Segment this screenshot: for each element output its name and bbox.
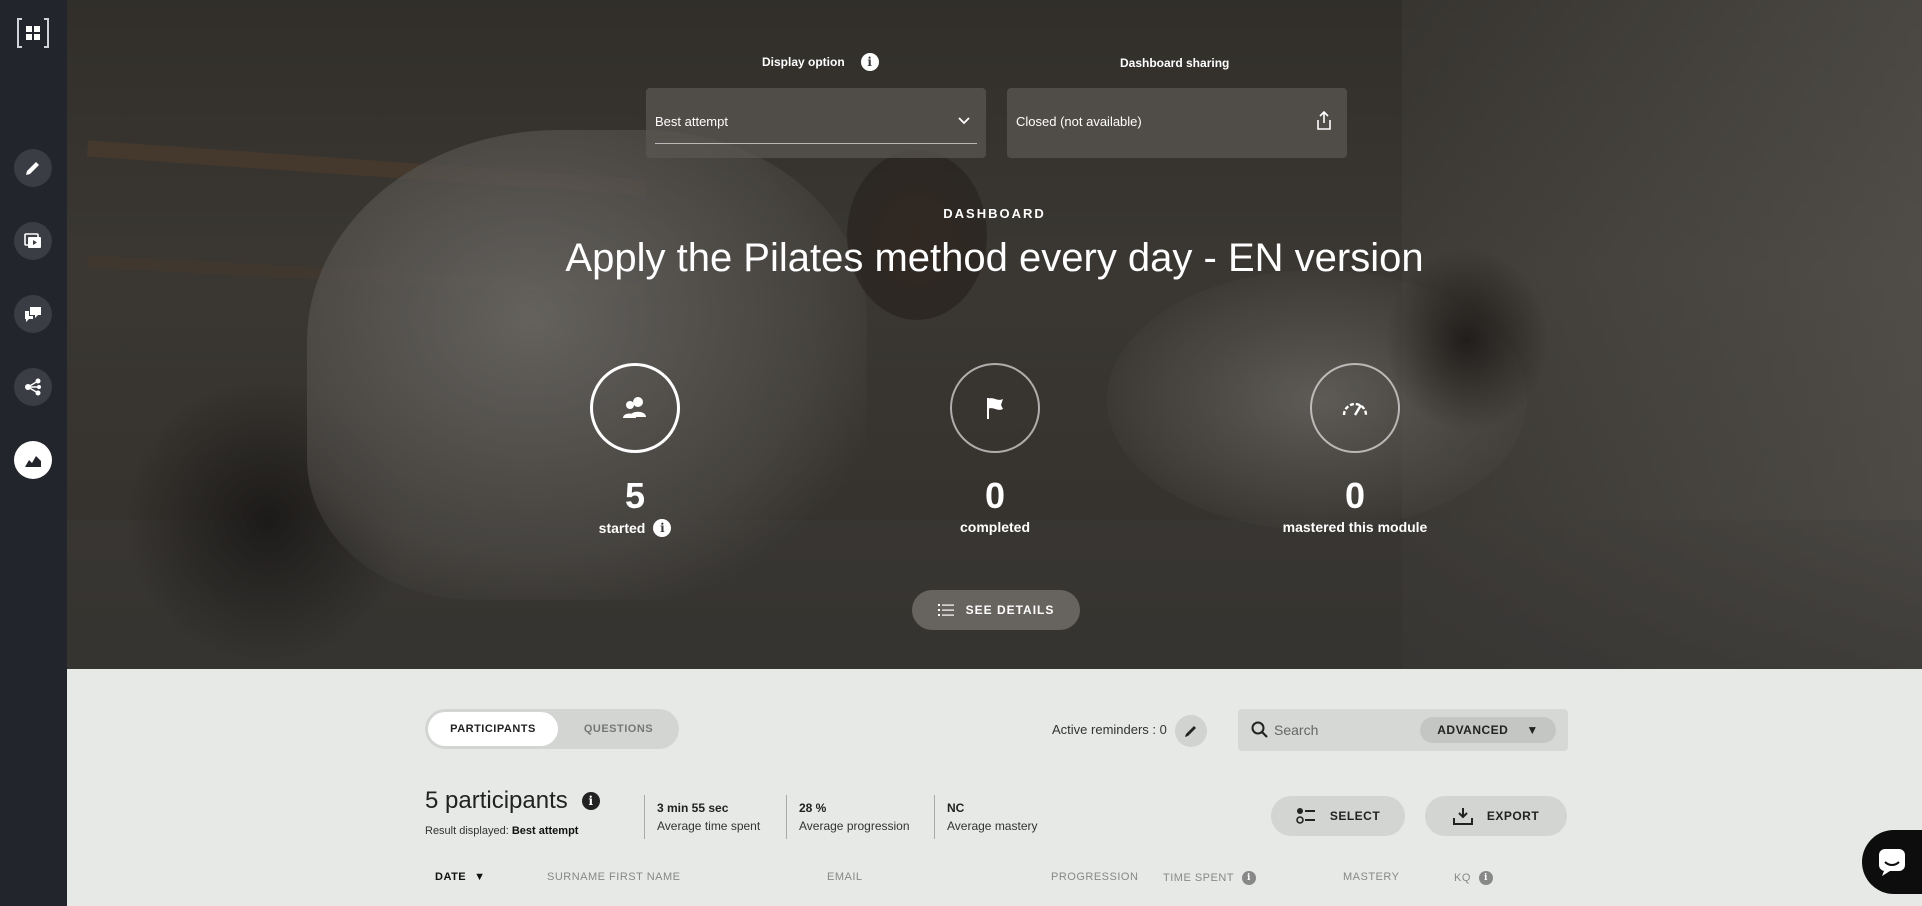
column-label: SURNAME FIRST NAME <box>547 871 681 883</box>
dashboard-sharing-value: Closed (not available) <box>1016 114 1142 129</box>
column-label: PROGRESSION <box>1051 871 1139 883</box>
chat-bubble-icon <box>1879 849 1905 876</box>
chat-icon <box>25 307 41 322</box>
column-kq[interactable]: KQ i <box>1454 871 1493 885</box>
stat-started: 5 started i <box>535 363 735 537</box>
stat-value: 0 <box>984 475 1006 516</box>
pencil-icon <box>1185 726 1196 737</box>
column-date[interactable]: DATE ▼ <box>435 871 486 883</box>
participants-count: 5 participants <box>425 787 568 814</box>
metric-value: 28 % <box>799 801 827 815</box>
export-button[interactable]: EXPORT <box>1425 796 1567 836</box>
metric-value: NC <box>947 801 965 815</box>
column-label: EMAIL <box>827 871 863 883</box>
info-icon[interactable]: i <box>1478 871 1493 885</box>
search-input[interactable] <box>1274 718 1414 742</box>
metric-label: Average progression <box>799 819 910 833</box>
dashboard-kicker: DASHBOARD <box>943 206 1046 221</box>
chevron-down-icon <box>958 117 970 125</box>
sort-desc-icon: ▼ <box>474 871 486 883</box>
caret-down-icon: ▼ <box>1526 723 1539 737</box>
download-icon <box>1452 808 1473 825</box>
stat-circle <box>950 363 1040 453</box>
display-option-heading: Display option i <box>762 53 879 71</box>
result-displayed-prefix: Result displayed: <box>425 825 509 837</box>
stat-value: 0 <box>1344 475 1366 516</box>
app-logo-icon[interactable] <box>16 16 50 50</box>
column-time-spent[interactable]: TIME SPENT i <box>1163 871 1257 885</box>
view-toggle: PARTICIPANTS QUESTIONS <box>425 709 679 749</box>
column-label: DATE <box>435 871 467 883</box>
metric-mastery: NC Average mastery <box>934 795 1038 839</box>
participants-count-heading: 5 participants i <box>425 787 600 815</box>
dashboard-hero: Display option i Best attempt Dashboard … <box>67 0 1922 669</box>
result-displayed: Result displayed: Best attempt <box>425 825 578 837</box>
see-details-button[interactable]: SEE DETAILS <box>912 590 1080 630</box>
edit-reminders-button[interactable] <box>1175 715 1207 747</box>
metric-label: Average time spent <box>657 819 761 833</box>
column-name[interactable]: SURNAME FIRST NAME <box>547 871 680 883</box>
dashboard-sharing-label: Dashboard sharing <box>1120 56 1230 70</box>
tab-questions[interactable]: QUESTIONS <box>561 712 676 746</box>
see-details-label: SEE DETAILS <box>965 603 1055 617</box>
sidebar-item-share[interactable] <box>14 368 52 406</box>
sidebar-item-analytics[interactable] <box>14 441 52 479</box>
stat-label: mastered this module <box>1282 519 1428 535</box>
share-icon[interactable] <box>1315 111 1333 131</box>
stat-value: 5 <box>624 475 646 516</box>
column-mastery[interactable]: MASTERY <box>1343 871 1399 883</box>
metric-label: Average mastery <box>947 819 1038 833</box>
display-option-value: Best attempt <box>655 114 728 129</box>
column-label: TIME SPENT <box>1163 872 1235 884</box>
advanced-label: ADVANCED <box>1437 723 1509 737</box>
share-nodes-icon <box>25 378 41 396</box>
column-label: KQ <box>1454 872 1471 884</box>
analytics-icon <box>25 456 41 467</box>
select-underline <box>655 143 977 144</box>
sidebar-item-edit[interactable] <box>14 149 52 187</box>
active-reminders-label: Active reminders : 0 <box>1052 722 1167 737</box>
info-icon[interactable]: i <box>653 519 672 537</box>
stat-mastered: 0 mastered this module <box>1255 363 1455 535</box>
select-label: SELECT <box>1329 809 1381 823</box>
metric-progression: 28 % Average progression <box>786 795 910 839</box>
sidebar <box>0 0 67 906</box>
tab-participants[interactable]: PARTICIPANTS <box>428 712 558 746</box>
result-displayed-value: Best attempt <box>511 825 579 837</box>
info-icon[interactable]: i <box>581 792 600 810</box>
select-button[interactable]: SELECT <box>1271 796 1405 836</box>
gauge-icon <box>1342 402 1368 416</box>
list-icon <box>937 604 954 616</box>
sidebar-item-chat[interactable] <box>14 295 52 333</box>
column-email[interactable]: EMAIL <box>827 871 863 883</box>
search-icon <box>1251 721 1268 738</box>
stat-circle <box>1310 363 1400 453</box>
search-box: ADVANCED ▼ <box>1238 709 1568 751</box>
advanced-search-button[interactable]: ADVANCED ▼ <box>1420 717 1556 743</box>
stat-completed: 0 completed <box>895 363 1095 535</box>
sidebar-item-media[interactable] <box>14 222 52 260</box>
metric-value: 3 min 55 sec <box>657 801 729 815</box>
stat-label: completed <box>959 519 1030 535</box>
media-icon <box>24 233 41 248</box>
page-title: Apply the Pilates method every day - EN … <box>565 236 1424 280</box>
display-option-label: Display option <box>762 55 845 69</box>
flag-icon <box>987 398 1003 419</box>
stat-circle <box>590 363 680 453</box>
metric-time-spent: 3 min 55 sec Average time spent <box>644 795 760 839</box>
display-option-select[interactable]: Best attempt <box>646 88 986 158</box>
participants-panel: PARTICIPANTS QUESTIONS Active reminders … <box>67 669 1922 906</box>
pencil-icon <box>26 162 39 175</box>
select-list-icon <box>1296 808 1315 824</box>
column-label: MASTERY <box>1343 871 1400 883</box>
column-progression[interactable]: PROGRESSION <box>1051 871 1138 883</box>
info-icon[interactable]: i <box>860 53 879 71</box>
support-chat-button[interactable] <box>1862 830 1922 894</box>
stat-label: started <box>598 520 646 536</box>
dashboard-sharing-field[interactable]: Closed (not available) <box>1007 88 1347 158</box>
export-label: EXPORT <box>1486 809 1540 823</box>
hero-overlay <box>67 0 1922 669</box>
info-icon[interactable]: i <box>1242 871 1257 885</box>
users-icon <box>623 397 646 418</box>
